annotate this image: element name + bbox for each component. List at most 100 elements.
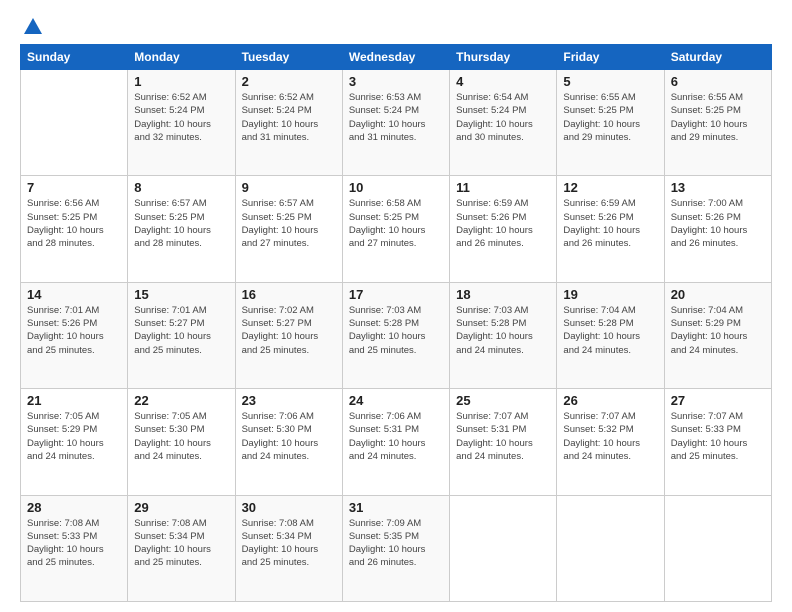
calendar-cell: 4 Sunrise: 6:54 AM Sunset: 5:24 PM Dayli… (450, 70, 557, 176)
daylight: Daylight: 10 hours and 24 minutes. (134, 437, 228, 464)
daylight: Daylight: 10 hours and 24 minutes. (27, 437, 121, 464)
calendar-cell: 26 Sunrise: 7:07 AM Sunset: 5:32 PM Dayl… (557, 389, 664, 495)
day-number: 15 (134, 287, 228, 302)
day-number: 30 (242, 500, 336, 515)
calendar-cell: 21 Sunrise: 7:05 AM Sunset: 5:29 PM Dayl… (21, 389, 128, 495)
daylight: Daylight: 10 hours and 27 minutes. (349, 224, 443, 251)
sunrise: Sunrise: 6:55 AM (671, 91, 765, 104)
sunset: Sunset: 5:32 PM (563, 423, 657, 436)
calendar-cell: 5 Sunrise: 6:55 AM Sunset: 5:25 PM Dayli… (557, 70, 664, 176)
sunset: Sunset: 5:28 PM (349, 317, 443, 330)
calendar-table: SundayMondayTuesdayWednesdayThursdayFrid… (20, 44, 772, 602)
sunset: Sunset: 5:24 PM (456, 104, 550, 117)
day-number: 1 (134, 74, 228, 89)
day-info: Sunrise: 6:54 AM Sunset: 5:24 PM Dayligh… (456, 91, 550, 144)
day-number: 8 (134, 180, 228, 195)
calendar-cell: 14 Sunrise: 7:01 AM Sunset: 5:26 PM Dayl… (21, 282, 128, 388)
sunrise: Sunrise: 7:06 AM (242, 410, 336, 423)
calendar-cell: 9 Sunrise: 6:57 AM Sunset: 5:25 PM Dayli… (235, 176, 342, 282)
sunset: Sunset: 5:33 PM (27, 530, 121, 543)
sunrise: Sunrise: 6:53 AM (349, 91, 443, 104)
day-number: 12 (563, 180, 657, 195)
daylight: Daylight: 10 hours and 25 minutes. (27, 543, 121, 570)
sunrise: Sunrise: 7:04 AM (563, 304, 657, 317)
daylight: Daylight: 10 hours and 25 minutes. (242, 330, 336, 357)
day-info: Sunrise: 6:52 AM Sunset: 5:24 PM Dayligh… (134, 91, 228, 144)
sunset: Sunset: 5:31 PM (349, 423, 443, 436)
daylight: Daylight: 10 hours and 27 minutes. (242, 224, 336, 251)
calendar-cell: 19 Sunrise: 7:04 AM Sunset: 5:28 PM Dayl… (557, 282, 664, 388)
calendar-cell: 8 Sunrise: 6:57 AM Sunset: 5:25 PM Dayli… (128, 176, 235, 282)
day-info: Sunrise: 7:01 AM Sunset: 5:26 PM Dayligh… (27, 304, 121, 357)
sunrise: Sunrise: 7:05 AM (27, 410, 121, 423)
daylight: Daylight: 10 hours and 32 minutes. (134, 118, 228, 145)
sunset: Sunset: 5:27 PM (134, 317, 228, 330)
sunrise: Sunrise: 6:56 AM (27, 197, 121, 210)
daylight: Daylight: 10 hours and 31 minutes. (242, 118, 336, 145)
day-number: 19 (563, 287, 657, 302)
calendar-cell (21, 70, 128, 176)
weekday-header-row: SundayMondayTuesdayWednesdayThursdayFrid… (21, 45, 772, 70)
sunset: Sunset: 5:26 PM (27, 317, 121, 330)
day-info: Sunrise: 6:56 AM Sunset: 5:25 PM Dayligh… (27, 197, 121, 250)
calendar-cell: 27 Sunrise: 7:07 AM Sunset: 5:33 PM Dayl… (664, 389, 771, 495)
day-info: Sunrise: 7:07 AM Sunset: 5:32 PM Dayligh… (563, 410, 657, 463)
day-number: 4 (456, 74, 550, 89)
calendar-cell (664, 495, 771, 601)
daylight: Daylight: 10 hours and 24 minutes. (671, 330, 765, 357)
calendar-cell: 10 Sunrise: 6:58 AM Sunset: 5:25 PM Dayl… (342, 176, 449, 282)
sunset: Sunset: 5:25 PM (134, 211, 228, 224)
daylight: Daylight: 10 hours and 25 minutes. (242, 543, 336, 570)
daylight: Daylight: 10 hours and 24 minutes. (456, 437, 550, 464)
day-number: 9 (242, 180, 336, 195)
day-info: Sunrise: 7:05 AM Sunset: 5:30 PM Dayligh… (134, 410, 228, 463)
calendar-cell: 11 Sunrise: 6:59 AM Sunset: 5:26 PM Dayl… (450, 176, 557, 282)
sunrise: Sunrise: 7:06 AM (349, 410, 443, 423)
day-number: 16 (242, 287, 336, 302)
weekday-header: Thursday (450, 45, 557, 70)
sunrise: Sunrise: 7:00 AM (671, 197, 765, 210)
calendar-week-row: 1 Sunrise: 6:52 AM Sunset: 5:24 PM Dayli… (21, 70, 772, 176)
day-number: 5 (563, 74, 657, 89)
day-info: Sunrise: 7:00 AM Sunset: 5:26 PM Dayligh… (671, 197, 765, 250)
logo-icon (22, 16, 44, 38)
day-number: 13 (671, 180, 765, 195)
sunrise: Sunrise: 6:58 AM (349, 197, 443, 210)
sunrise: Sunrise: 6:52 AM (242, 91, 336, 104)
weekday-header: Sunday (21, 45, 128, 70)
day-info: Sunrise: 7:08 AM Sunset: 5:34 PM Dayligh… (242, 517, 336, 570)
day-info: Sunrise: 6:59 AM Sunset: 5:26 PM Dayligh… (456, 197, 550, 250)
day-info: Sunrise: 7:09 AM Sunset: 5:35 PM Dayligh… (349, 517, 443, 570)
sunrise: Sunrise: 7:09 AM (349, 517, 443, 530)
sunrise: Sunrise: 7:08 AM (27, 517, 121, 530)
day-info: Sunrise: 7:05 AM Sunset: 5:29 PM Dayligh… (27, 410, 121, 463)
day-number: 10 (349, 180, 443, 195)
daylight: Daylight: 10 hours and 25 minutes. (134, 543, 228, 570)
weekday-header: Friday (557, 45, 664, 70)
daylight: Daylight: 10 hours and 24 minutes. (456, 330, 550, 357)
day-info: Sunrise: 7:03 AM Sunset: 5:28 PM Dayligh… (456, 304, 550, 357)
calendar-cell: 13 Sunrise: 7:00 AM Sunset: 5:26 PM Dayl… (664, 176, 771, 282)
day-info: Sunrise: 6:55 AM Sunset: 5:25 PM Dayligh… (671, 91, 765, 144)
day-number: 6 (671, 74, 765, 89)
day-info: Sunrise: 7:08 AM Sunset: 5:33 PM Dayligh… (27, 517, 121, 570)
day-info: Sunrise: 6:59 AM Sunset: 5:26 PM Dayligh… (563, 197, 657, 250)
day-number: 22 (134, 393, 228, 408)
sunrise: Sunrise: 6:57 AM (242, 197, 336, 210)
day-info: Sunrise: 7:01 AM Sunset: 5:27 PM Dayligh… (134, 304, 228, 357)
day-number: 14 (27, 287, 121, 302)
sunrise: Sunrise: 6:54 AM (456, 91, 550, 104)
sunrise: Sunrise: 7:01 AM (27, 304, 121, 317)
calendar-cell: 25 Sunrise: 7:07 AM Sunset: 5:31 PM Dayl… (450, 389, 557, 495)
sunset: Sunset: 5:25 PM (349, 211, 443, 224)
day-number: 2 (242, 74, 336, 89)
sunset: Sunset: 5:26 PM (563, 211, 657, 224)
day-info: Sunrise: 6:55 AM Sunset: 5:25 PM Dayligh… (563, 91, 657, 144)
sunset: Sunset: 5:25 PM (27, 211, 121, 224)
logo (20, 16, 44, 34)
sunset: Sunset: 5:25 PM (242, 211, 336, 224)
sunrise: Sunrise: 7:03 AM (349, 304, 443, 317)
sunset: Sunset: 5:29 PM (671, 317, 765, 330)
sunset: Sunset: 5:24 PM (242, 104, 336, 117)
sunrise: Sunrise: 7:07 AM (563, 410, 657, 423)
